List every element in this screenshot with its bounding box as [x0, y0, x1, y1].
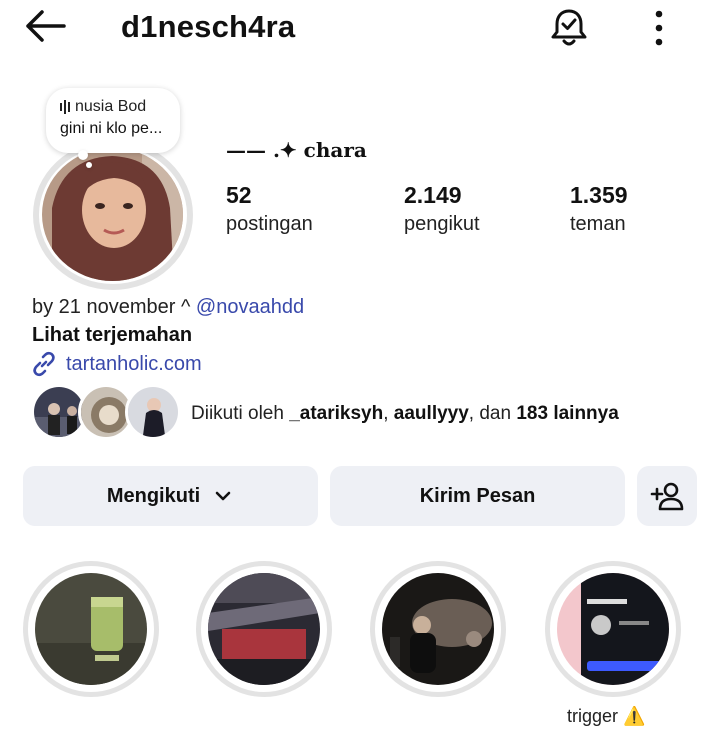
mutual-followers-avatars[interactable]	[31, 384, 181, 442]
bio: by 21 november ^ @novaahdd	[32, 296, 304, 319]
avatar[interactable]	[42, 148, 183, 281]
bell-check-icon[interactable]	[546, 4, 592, 50]
others-count: 183 lainnya	[516, 403, 619, 424]
note-tail-dot	[86, 162, 92, 168]
following-label: Mengikuti	[106, 484, 201, 507]
stat-posts[interactable]: 52 postingan	[226, 182, 313, 236]
add-friend-button[interactable]	[637, 466, 697, 526]
stat-label: postingan	[226, 213, 313, 235]
top-bar: d1nesch4ra	[0, 0, 716, 56]
stat-following[interactable]: 1.359 teman	[570, 182, 628, 236]
stat-count: 52	[226, 182, 252, 208]
note-bubble[interactable]: nusia Bod gini ni klo pe...	[46, 88, 180, 153]
stat-followers[interactable]: 2.149 pengikut	[404, 182, 480, 236]
stat-label: teman	[570, 213, 626, 235]
stat-count: 2.149	[404, 182, 462, 208]
story-highlight[interactable]	[23, 561, 159, 697]
follower-name: aaullyyy	[393, 403, 469, 424]
story-highlight[interactable]	[370, 561, 506, 697]
note-music-title: nusia Bod	[75, 98, 147, 115]
note-text: gini ni klo pe...	[60, 120, 163, 137]
note-music: nusia Bod	[60, 98, 168, 116]
story-highlight[interactable]	[196, 561, 332, 697]
bio-text: by 21 november ^	[32, 296, 196, 318]
follower-name: _atariksyh	[289, 403, 384, 424]
bio-mention[interactable]: @novaahdd	[196, 296, 304, 318]
separator: ,	[383, 403, 394, 424]
website-link-text[interactable]: tartanholic.com	[66, 353, 202, 376]
highlight-cover	[35, 573, 147, 685]
story-highlight[interactable]	[545, 561, 681, 697]
following-button[interactable]: Mengikuti	[23, 466, 318, 526]
followed-by-prefix: Diikuti oleh	[191, 403, 290, 424]
audio-wave-icon	[60, 100, 70, 114]
stat-label: pengikut	[404, 213, 480, 235]
separator: , dan	[468, 403, 517, 424]
profile-username: d1nesch4ra	[121, 9, 296, 44]
add-person-icon	[650, 482, 684, 511]
arrow-left-icon[interactable]	[22, 6, 70, 46]
note-tail-dot	[78, 150, 88, 160]
highlight-label: trigger ⚠️	[567, 706, 646, 726]
stat-count: 1.359	[570, 182, 628, 208]
avatar	[125, 384, 181, 440]
translate-link[interactable]: Lihat terjemahan	[32, 324, 192, 347]
message-label: Kirim Pesan	[419, 484, 536, 507]
message-button[interactable]: Kirim Pesan	[330, 466, 625, 526]
vertical-dots-icon[interactable]	[644, 8, 674, 48]
display-name: —— .✦ chara	[226, 138, 367, 162]
highlight-cover	[208, 573, 320, 685]
link-icon	[33, 351, 55, 377]
highlight-cover	[382, 573, 494, 685]
chevron-down-icon	[215, 491, 231, 501]
website-link[interactable]: tartanholic.com	[30, 350, 202, 378]
highlight-cover	[557, 573, 669, 685]
followed-by-text[interactable]: Diikuti oleh _atariksyh, aaullyyy, dan 1…	[191, 403, 619, 425]
